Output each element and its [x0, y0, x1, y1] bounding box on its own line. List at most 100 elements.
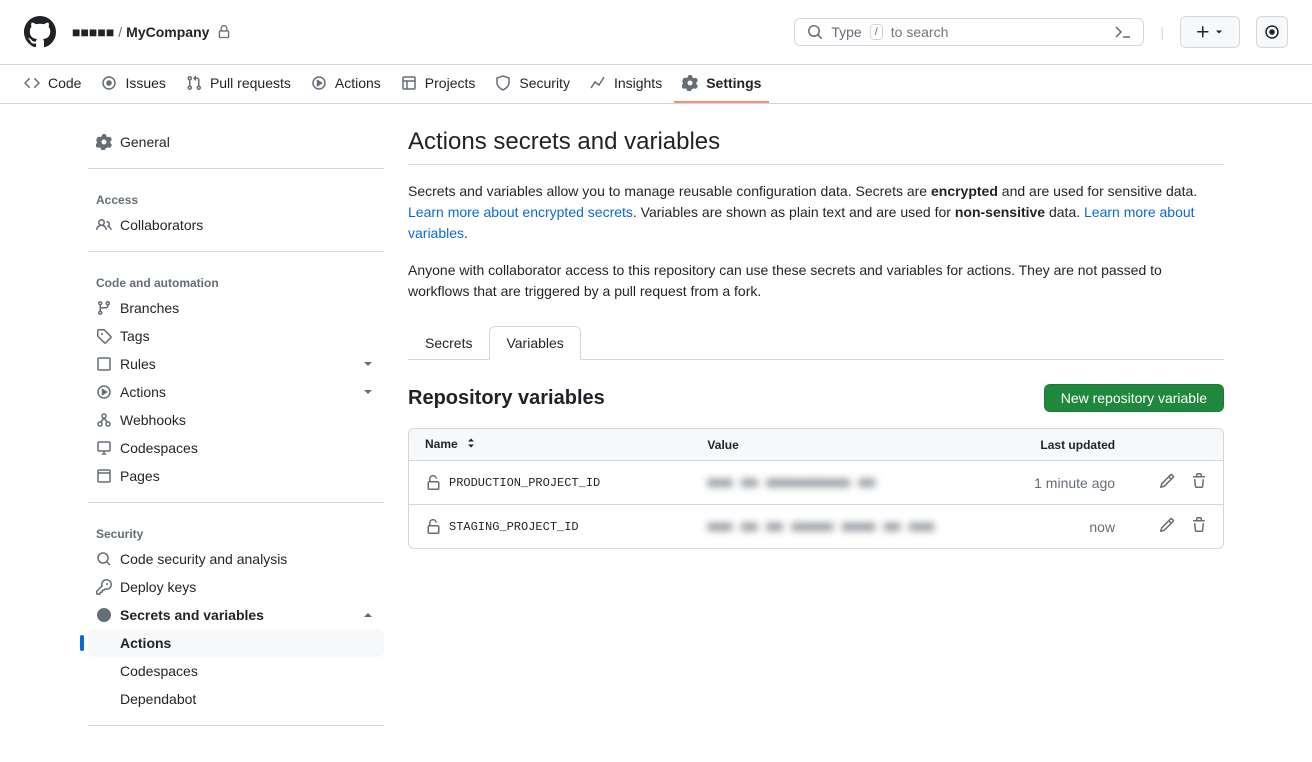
sidebar-tags[interactable]: Tags [88, 322, 384, 350]
desc-encrypted: encrypted [931, 183, 998, 199]
sidebar-collaborators[interactable]: Collaborators [88, 211, 384, 239]
desc-text: data. [1045, 204, 1084, 220]
new-variable-button[interactable]: New repository variable [1044, 384, 1224, 412]
table-row: PRODUCTION_PROJECT_ID ■■■ ■■ ■■■■■■■■■■ … [409, 461, 1223, 505]
breadcrumb: ■■■■■ / MyCompany [72, 24, 786, 40]
search-icon [807, 24, 823, 40]
issues-button[interactable] [1256, 16, 1288, 48]
tabs: Secrets Variables [408, 326, 1224, 360]
chevron-down-icon [360, 384, 376, 400]
variable-name-text: STAGING_PROJECT_ID [449, 520, 579, 534]
nav-settings-label: Settings [706, 75, 761, 91]
repo-nav: Code Issues Pull requests Actions Projec… [0, 65, 1312, 104]
search-input[interactable]: Type / [794, 18, 1144, 46]
people-icon [96, 217, 112, 233]
variable-value: ■■■ ■■ ■■ ■■■■■ ■■■■ ■■ ■■■ [707, 520, 934, 536]
col-name-label: Name [425, 437, 458, 451]
sidebar-divider [88, 251, 384, 252]
col-updated: Last updated [971, 429, 1131, 461]
content-divider [408, 164, 1224, 165]
desc-nonsensitive: non-sensitive [955, 204, 1045, 220]
sidebar-secrets-codespaces-label: Codespaces [120, 663, 198, 679]
sidebar-code-security[interactable]: Code security and analysis [88, 545, 384, 573]
nav-code-label: Code [48, 75, 81, 91]
play-icon [96, 384, 112, 400]
desc-text: . Variables are shown as plain text and … [633, 204, 955, 220]
webhook-icon [96, 412, 112, 428]
sidebar-secrets-actions[interactable]: Actions [88, 629, 384, 657]
nav-pulls[interactable]: Pull requests [178, 65, 299, 103]
sidebar-access-title: Access [88, 185, 384, 211]
col-name[interactable]: Name [409, 429, 691, 461]
variable-value: ■■■ ■■ ■■■■■■■■■■ ■■ [707, 476, 875, 492]
tab-variables[interactable]: Variables [489, 326, 580, 360]
nav-settings[interactable]: Settings [674, 65, 769, 103]
chevron-up-icon [360, 607, 376, 623]
description-1: Secrets and variables allow you to manag… [408, 181, 1224, 244]
link-encrypted-secrets[interactable]: Learn more about encrypted secrets [408, 204, 633, 220]
nav-insights[interactable]: Insights [582, 65, 670, 103]
top-bar-divider: | [1160, 24, 1164, 40]
sidebar-deploy-keys[interactable]: Deploy keys [88, 573, 384, 601]
sidebar-general[interactable]: General [88, 128, 384, 156]
nav-pulls-label: Pull requests [210, 75, 291, 91]
sidebar-pages[interactable]: Pages [88, 462, 384, 490]
command-palette-icon[interactable] [1115, 24, 1131, 40]
nav-insights-label: Insights [614, 75, 662, 91]
sidebar-actions-label: Actions [120, 384, 166, 400]
section-header: Repository variables New repository vari… [408, 384, 1224, 412]
sidebar-actions[interactable]: Actions [88, 378, 384, 406]
search-field[interactable] [891, 24, 1108, 40]
lock-icon [217, 25, 231, 39]
edit-icon[interactable] [1159, 473, 1175, 489]
variable-updated: now [971, 505, 1131, 549]
sidebar-branches-label: Branches [120, 300, 179, 316]
sidebar-divider [88, 502, 384, 503]
sidebar-webhooks[interactable]: Webhooks [88, 406, 384, 434]
breadcrumb-owner[interactable]: ■■■■■ [72, 24, 114, 40]
nav-security[interactable]: Security [487, 65, 578, 103]
edit-icon[interactable] [1159, 517, 1175, 533]
tab-secrets[interactable]: Secrets [408, 326, 489, 360]
sidebar-rules[interactable]: Rules [88, 350, 384, 378]
sidebar-secrets-variables-label: Secrets and variables [120, 607, 264, 623]
sidebar-tags-label: Tags [120, 328, 150, 344]
nav-projects-label: Projects [425, 75, 476, 91]
sidebar-branches[interactable]: Branches [88, 294, 384, 322]
shield-icon [495, 75, 511, 91]
variables-table: Name Value Last updated [408, 428, 1224, 549]
nav-actions[interactable]: Actions [303, 65, 389, 103]
plus-icon [1195, 24, 1211, 40]
sidebar-secrets-codespaces[interactable]: Codespaces [88, 657, 384, 685]
description-2: Anyone with collaborator access to this … [408, 260, 1224, 302]
git-pull-request-icon [186, 75, 202, 91]
desc-text: and are used for sensitive data. [998, 183, 1197, 199]
create-new-button[interactable] [1180, 16, 1240, 48]
sidebar-secrets-dependabot[interactable]: Dependabot [88, 685, 384, 713]
sidebar-collaborators-label: Collaborators [120, 217, 203, 233]
rules-icon [96, 356, 112, 372]
key-icon [96, 579, 112, 595]
unlock-icon [425, 475, 441, 491]
sidebar-code-security-label: Code security and analysis [120, 551, 287, 567]
nav-issues[interactable]: Issues [93, 65, 173, 103]
variable-updated: 1 minute ago [971, 461, 1131, 505]
sidebar-secrets-variables[interactable]: Secrets and variables [88, 601, 384, 629]
github-logo-icon[interactable] [24, 16, 56, 48]
gear-icon [96, 134, 112, 150]
sidebar-general-label: General [120, 134, 170, 150]
nav-code[interactable]: Code [16, 65, 89, 103]
variable-name: PRODUCTION_PROJECT_ID [425, 475, 675, 491]
nav-projects[interactable]: Projects [393, 65, 484, 103]
search-prefix: Type [831, 24, 861, 40]
desc-text: Secrets and variables allow you to manag… [408, 183, 931, 199]
trash-icon[interactable] [1191, 517, 1207, 533]
sidebar-codespaces[interactable]: Codespaces [88, 434, 384, 462]
sidebar-webhooks-label: Webhooks [120, 412, 186, 428]
chevron-down-icon [1213, 26, 1225, 38]
breadcrumb-repo[interactable]: MyCompany [126, 24, 209, 40]
breadcrumb-separator: / [118, 24, 122, 40]
trash-icon[interactable] [1191, 473, 1207, 489]
issue-icon [1264, 24, 1280, 40]
top-bar: ■■■■■ / MyCompany Type / | [0, 0, 1312, 65]
